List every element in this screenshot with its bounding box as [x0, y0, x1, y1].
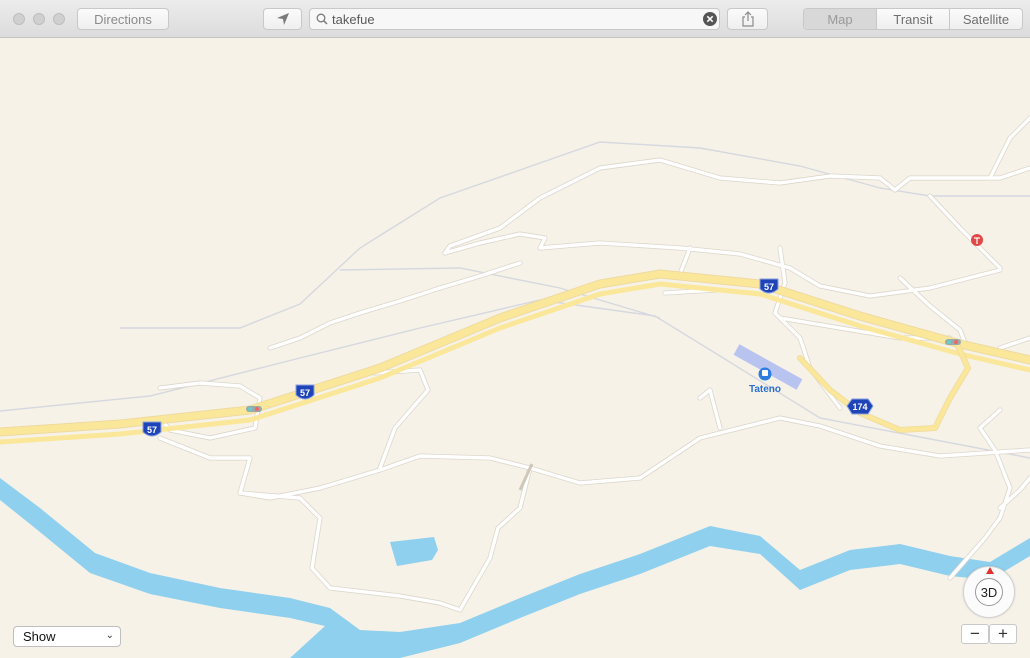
- search-field[interactable]: [309, 8, 720, 30]
- show-dropdown-label: Show: [23, 629, 56, 644]
- zoom-out-button[interactable]: −: [961, 624, 989, 644]
- zoom-in-button[interactable]: +: [989, 624, 1017, 644]
- zoom-window-button[interactable]: [53, 13, 65, 25]
- tab-satellite-label: Satellite: [962, 11, 1010, 27]
- 3d-label: 3D: [980, 584, 998, 600]
- zoom-in-label: +: [998, 624, 1008, 643]
- compass-control[interactable]: 3D: [963, 566, 1015, 618]
- map-canvas[interactable]: 57 57 57 174 Tateno: [0, 38, 1030, 658]
- shield-57-a-label: 57: [147, 425, 157, 435]
- directions-label: Directions: [94, 11, 152, 27]
- share-button[interactable]: [727, 8, 768, 30]
- search-input[interactable]: [332, 11, 692, 27]
- view-mode-selector: Map Transit Satellite: [803, 8, 1023, 30]
- current-location-button[interactable]: [263, 8, 302, 30]
- post-office-icon: [971, 234, 983, 246]
- location-arrow-icon: [276, 13, 289, 25]
- tab-satellite[interactable]: Satellite: [950, 9, 1022, 29]
- shield-174-label: 174: [852, 402, 867, 412]
- tab-transit[interactable]: Transit: [877, 9, 950, 29]
- interchange-marker-west: [246, 406, 262, 412]
- toolbar: Directions Map Transit Satellite: [0, 0, 1030, 38]
- minimize-window-button[interactable]: [33, 13, 45, 25]
- tab-map[interactable]: Map: [804, 9, 877, 29]
- tab-map-label: Map: [827, 11, 853, 27]
- map-graphics: 57 57 57 174 Tateno: [0, 38, 1030, 658]
- train-station-icon: [758, 367, 772, 381]
- tab-transit-label: Transit: [893, 11, 933, 27]
- clear-search-icon[interactable]: [703, 12, 717, 26]
- zoom-out-label: −: [970, 624, 980, 643]
- close-window-button[interactable]: [13, 13, 25, 25]
- shield-57-c-label: 57: [764, 282, 774, 292]
- 3d-button[interactable]: 3D: [975, 578, 1003, 606]
- directions-button[interactable]: Directions: [77, 8, 169, 30]
- station-label: Tateno: [749, 384, 781, 395]
- share-icon: [741, 11, 754, 27]
- show-dropdown[interactable]: Show ⌄: [13, 626, 121, 647]
- north-indicator-icon: [986, 567, 994, 574]
- chevron-down-icon: ⌄: [105, 630, 114, 641]
- shield-57-b-label: 57: [300, 388, 310, 398]
- search-icon: [316, 13, 328, 25]
- interchange-marker-east: [945, 339, 961, 345]
